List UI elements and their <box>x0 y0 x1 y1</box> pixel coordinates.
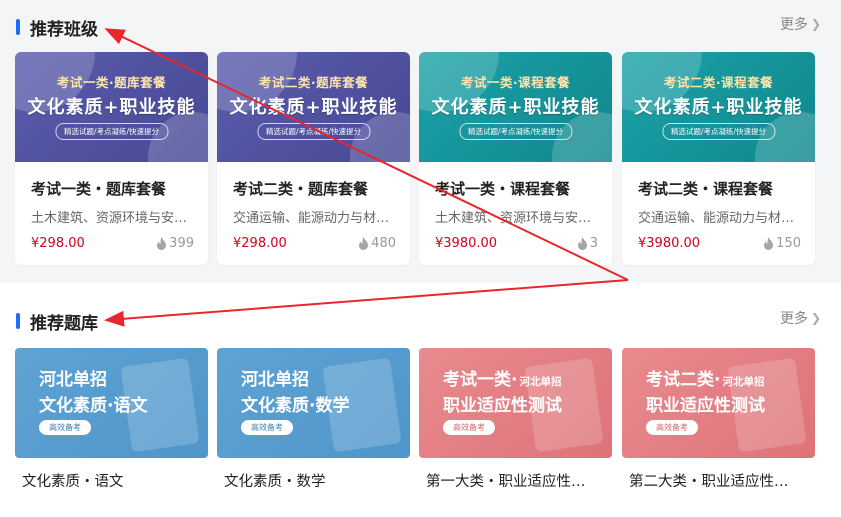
banner-subtitle: 考试一类·题库套餐 <box>56 75 167 90</box>
class-card-desc: 交通运输、能源动力与材… <box>233 211 390 226</box>
banner-title: 职业适应性测试 <box>443 396 562 416</box>
flame-icon <box>764 237 774 250</box>
class-card-price: ¥3980.00 <box>435 236 498 251</box>
chevron-right-icon: ❯ <box>810 311 821 325</box>
banner-tag: 精选试题/考点凝练/快速提分 <box>54 123 169 140</box>
banner-title: 文化素质·数学 <box>241 396 350 416</box>
popularity-value: 150 <box>776 236 801 251</box>
banner-subtitle: 考试二类· 河北单招 <box>646 370 765 390</box>
class-card[interactable]: 考试二类·题库套餐 文化素质+职业技能 精选试题/考点凝练/快速提分 考试二类・… <box>217 52 410 265</box>
class-card-title: 考试二类・题库套餐 <box>233 180 369 198</box>
banner-title: 文化素质+职业技能 <box>27 97 196 118</box>
banner-tag: 高效备考 <box>443 420 495 435</box>
popularity-count: 3 <box>577 236 598 251</box>
popularity-count: 150 <box>763 236 801 251</box>
class-card-banner: 考试二类·题库套餐 文化素质+职业技能 精选试题/考点凝练/快速提分 <box>217 52 410 162</box>
question-bank-title[interactable]: 第一大类・职业适应性… <box>426 470 606 491</box>
class-card-desc: 交通运输、能源动力与材… <box>638 211 795 226</box>
banner-title: 文化素质+职业技能 <box>431 97 600 118</box>
class-card[interactable]: 考试二类·课程套餐 文化素质+职业技能 精选试题/考点凝练/快速提分 考试二类・… <box>622 52 815 265</box>
class-card-title: 考试二类・课程套餐 <box>638 180 774 198</box>
class-card-banner: 考试二类·课程套餐 文化素质+职业技能 精选试题/考点凝练/快速提分 <box>622 52 815 162</box>
banner-subtitle: 考试一类·课程套餐 <box>460 75 571 90</box>
banner-subtitle: 河北单招 <box>241 370 309 390</box>
more-label: 更多 <box>779 17 808 33</box>
question-bank-title[interactable]: 文化素质・语文 <box>22 470 202 491</box>
banner-title: 文化素质+职业技能 <box>634 97 803 118</box>
banner-tag: 精选试题/考点凝练/快速提分 <box>661 123 776 140</box>
class-card-title: 考试一类・课程套餐 <box>435 180 571 198</box>
banner-title: 文化素质+职业技能 <box>229 97 398 118</box>
banner-subtitle: 考试二类·课程套餐 <box>663 75 774 90</box>
section-title: 推荐班级 <box>30 19 98 40</box>
recommended-classes-section: 推荐班级 更多 ❯ 考试一类·题库套餐 文化素质+职业技能 精选试题/考点凝练/… <box>0 0 841 283</box>
section-header: 推荐题库 <box>16 310 98 334</box>
class-card-price: ¥3980.00 <box>638 236 701 251</box>
class-card-banner: 考试一类·题库套餐 文化素质+职业技能 精选试题/考点凝练/快速提分 <box>15 52 208 162</box>
class-card-title: 考试一类・题库套餐 <box>31 180 167 198</box>
banner-title: 文化素质·语文 <box>39 396 148 416</box>
popularity-count: 399 <box>156 236 194 251</box>
section-accent-bar <box>16 313 20 329</box>
recommended-question-banks-section: 推荐题库 更多 ❯ 河北单招 文化素质·语文 高效备考 文化素质・语文 河北单招… <box>0 283 841 517</box>
class-card[interactable]: 考试一类·课程套餐 文化素质+职业技能 精选试题/考点凝练/快速提分 考试一类・… <box>419 52 612 265</box>
more-label: 更多 <box>779 311 808 327</box>
more-link[interactable]: 更多 ❯ <box>780 14 821 34</box>
flame-icon <box>359 237 369 250</box>
class-card-desc: 土木建筑、资源环境与安… <box>31 211 188 226</box>
popularity-value: 399 <box>169 236 194 251</box>
banner-tag: 精选试题/考点凝练/快速提分 <box>458 123 573 140</box>
question-bank-card[interactable]: 考试一类· 河北单招 职业适应性测试 高效备考 <box>419 348 612 458</box>
more-link[interactable]: 更多 ❯ <box>780 308 821 328</box>
popularity-count: 480 <box>358 236 396 251</box>
question-bank-title[interactable]: 第二大类・职业适应性… <box>629 470 809 491</box>
class-card-price: ¥298.00 <box>233 236 287 251</box>
section-title: 推荐题库 <box>30 313 98 334</box>
flame-icon <box>157 237 167 250</box>
popularity-value: 480 <box>371 236 396 251</box>
banner-subtitle: 考试一类· 河北单招 <box>443 370 562 390</box>
question-bank-title[interactable]: 文化素质・数学 <box>224 470 404 491</box>
class-card-price: ¥298.00 <box>31 236 85 251</box>
question-bank-card[interactable]: 河北单招 文化素质·语文 高效备考 <box>15 348 208 458</box>
banner-subtitle: 河北单招 <box>39 370 107 390</box>
question-bank-card[interactable]: 河北单招 文化素质·数学 高效备考 <box>217 348 410 458</box>
banner-title: 职业适应性测试 <box>646 396 765 416</box>
class-card[interactable]: 考试一类·题库套餐 文化素质+职业技能 精选试题/考点凝练/快速提分 考试一类・… <box>15 52 208 265</box>
class-card-banner: 考试一类·课程套餐 文化素质+职业技能 精选试题/考点凝练/快速提分 <box>419 52 612 162</box>
banner-tag: 精选试题/考点凝练/快速提分 <box>256 123 371 140</box>
banner-tag: 高效备考 <box>39 420 91 435</box>
class-card-desc: 土木建筑、资源环境与安… <box>435 211 592 226</box>
popularity-value: 3 <box>589 236 598 251</box>
banner-tag: 高效备考 <box>241 420 293 435</box>
chevron-right-icon: ❯ <box>810 17 821 31</box>
question-bank-card[interactable]: 考试二类· 河北单招 职业适应性测试 高效备考 <box>622 348 815 458</box>
section-header: 推荐班级 <box>16 16 98 40</box>
section-accent-bar <box>16 19 20 35</box>
banner-subtitle: 考试二类·题库套餐 <box>258 75 369 90</box>
flame-icon <box>577 237 587 250</box>
banner-tag: 高效备考 <box>646 420 698 435</box>
